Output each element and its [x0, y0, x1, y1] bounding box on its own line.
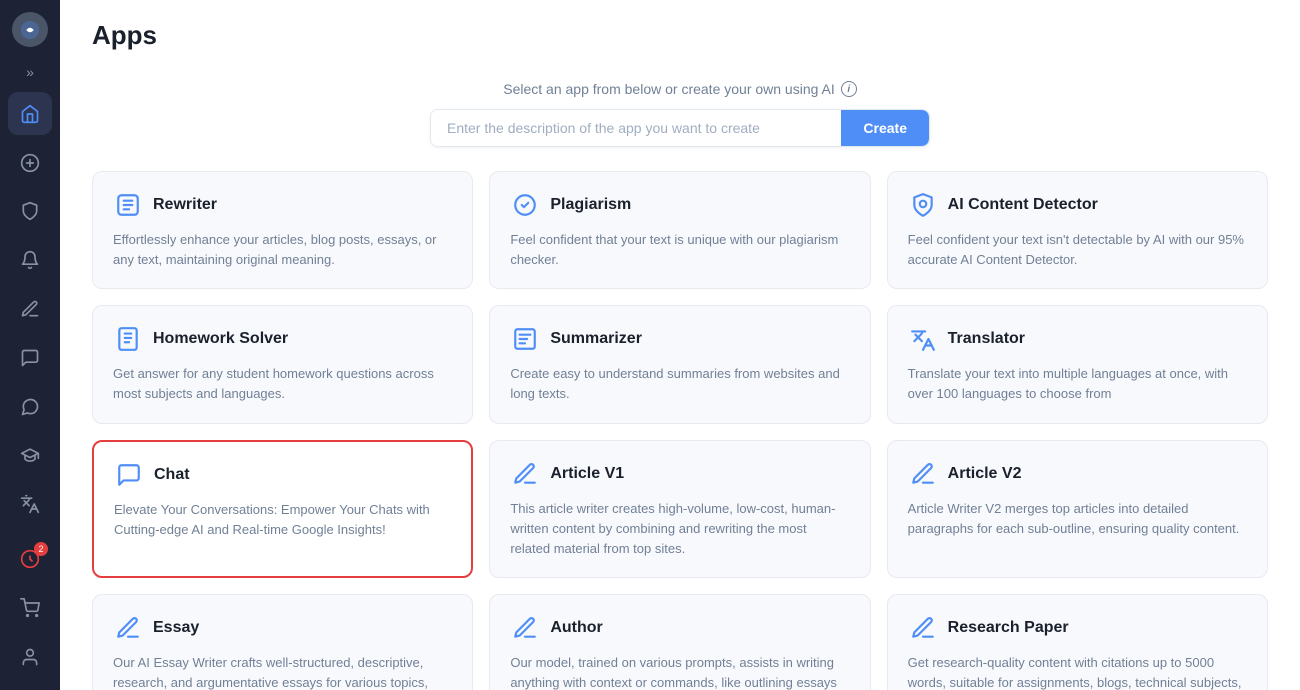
app-desc-summarizer: Create easy to understand summaries from…: [510, 364, 849, 404]
app-name-homework-solver: Homework Solver: [153, 330, 288, 348]
research-paper-icon: [908, 613, 938, 643]
app-card-homework-solver[interactable]: Homework Solver Get answer for any stude…: [92, 305, 473, 423]
sidebar-item-translate[interactable]: [8, 483, 52, 526]
app-desc-research-paper: Get research-quality content with citati…: [908, 653, 1247, 690]
app-desc-rewriter: Effortlessly enhance your articles, blog…: [113, 230, 452, 270]
app-card-rewriter[interactable]: Rewriter Effortlessly enhance your artic…: [92, 171, 473, 289]
app-card-chat[interactable]: Chat Elevate Your Conversations: Empower…: [92, 440, 473, 578]
app-desc-author: Our model, trained on various prompts, a…: [510, 653, 849, 690]
plagiarism-icon: [510, 190, 540, 220]
sidebar-item-cart[interactable]: [8, 586, 52, 629]
search-bar: Create: [430, 109, 930, 147]
info-icon: i: [841, 81, 857, 97]
sidebar-item-home[interactable]: [8, 92, 52, 135]
summarizer-icon: [510, 324, 540, 354]
main-content: Apps Select an app from below or create …: [60, 0, 1300, 690]
essay-icon: [113, 613, 143, 643]
app-card-ai-content-detector[interactable]: AI Content Detector Feel confident your …: [887, 171, 1268, 289]
article-v1-icon: [510, 459, 540, 489]
sidebar-item-badge[interactable]: 2: [8, 538, 52, 581]
apps-grid: Rewriter Effortlessly enhance your artic…: [60, 171, 1300, 690]
sidebar-item-star[interactable]: [8, 141, 52, 184]
sidebar-item-user[interactable]: [8, 635, 52, 678]
app-name-article-v1: Article V1: [550, 465, 624, 483]
app-name-article-v2: Article V2: [948, 465, 1022, 483]
app-name-translator: Translator: [948, 330, 1025, 348]
app-desc-plagiarism: Feel confident that your text is unique …: [510, 230, 849, 270]
app-name-author: Author: [550, 619, 602, 637]
app-card-header-summarizer: Summarizer: [510, 324, 849, 354]
app-desc-translator: Translate your text into multiple langua…: [908, 364, 1247, 404]
app-card-summarizer[interactable]: Summarizer Create easy to understand sum…: [489, 305, 870, 423]
page-title: Apps: [92, 20, 1268, 51]
app-card-header-article-v1: Article V1: [510, 459, 849, 489]
notification-badge: 2: [34, 542, 48, 556]
sidebar-item-graduation[interactable]: [8, 434, 52, 477]
sidebar-item-message[interactable]: [8, 385, 52, 428]
app-card-header-rewriter: Rewriter: [113, 190, 452, 220]
app-card-header-chat: Chat: [114, 460, 451, 490]
app-desc-article-v2: Article Writer V2 merges top articles in…: [908, 499, 1247, 539]
app-card-article-v2[interactable]: Article V2 Article Writer V2 merges top …: [887, 440, 1268, 578]
app-card-research-paper[interactable]: Research Paper Get research-quality cont…: [887, 594, 1268, 690]
app-card-header-essay: Essay: [113, 613, 452, 643]
app-card-translator[interactable]: Translator Translate your text into mult…: [887, 305, 1268, 423]
app-desc-ai-content-detector: Feel confident your text isn't detectabl…: [908, 230, 1247, 270]
app-card-article-v1[interactable]: Article V1 This article writer creates h…: [489, 440, 870, 578]
app-card-header-translator: Translator: [908, 324, 1247, 354]
search-subtitle: Select an app from below or create your …: [503, 81, 857, 97]
app-name-chat: Chat: [154, 466, 190, 484]
homework-icon: [113, 324, 143, 354]
app-name-research-paper: Research Paper: [948, 619, 1069, 637]
app-desc-essay: Our AI Essay Writer crafts well-structur…: [113, 653, 452, 690]
app-name-rewriter: Rewriter: [153, 196, 217, 214]
app-desc-homework-solver: Get answer for any student homework ques…: [113, 364, 452, 404]
app-card-header-ai-content-detector: AI Content Detector: [908, 190, 1247, 220]
create-button[interactable]: Create: [841, 110, 929, 146]
app-desc-chat: Elevate Your Conversations: Empower Your…: [114, 500, 451, 540]
sidebar-item-chat-outline[interactable]: [8, 336, 52, 379]
app-name-summarizer: Summarizer: [550, 330, 642, 348]
rewriter-icon: [113, 190, 143, 220]
sidebar-logo: [12, 12, 48, 47]
author-icon: [510, 613, 540, 643]
app-card-header-article-v2: Article V2: [908, 459, 1247, 489]
app-card-header-plagiarism: Plagiarism: [510, 190, 849, 220]
app-card-header-author: Author: [510, 613, 849, 643]
app-name-plagiarism: Plagiarism: [550, 196, 631, 214]
sidebar-expand-button[interactable]: »: [16, 61, 44, 82]
app-card-plagiarism[interactable]: Plagiarism Feel confident that your text…: [489, 171, 870, 289]
chat-icon: [114, 460, 144, 490]
detector-icon: [908, 190, 938, 220]
sidebar-item-shield[interactable]: [8, 190, 52, 233]
search-area: Select an app from below or create your …: [60, 71, 1300, 171]
sidebar-item-bell[interactable]: [8, 239, 52, 282]
article-v2-icon: [908, 459, 938, 489]
sidebar-item-pen[interactable]: [8, 288, 52, 331]
app-card-header-homework-solver: Homework Solver: [113, 324, 452, 354]
app-name-essay: Essay: [153, 619, 199, 637]
app-card-essay[interactable]: Essay Our AI Essay Writer crafts well-st…: [92, 594, 473, 690]
sidebar: »: [0, 0, 60, 690]
app-name-ai-content-detector: AI Content Detector: [948, 196, 1098, 214]
app-card-header-research-paper: Research Paper: [908, 613, 1247, 643]
translator-icon: [908, 324, 938, 354]
app-desc-article-v1: This article writer creates high-volume,…: [510, 499, 849, 559]
search-input[interactable]: [431, 110, 841, 146]
app-card-author[interactable]: Author Our model, trained on various pro…: [489, 594, 870, 690]
header: Apps: [60, 0, 1300, 71]
